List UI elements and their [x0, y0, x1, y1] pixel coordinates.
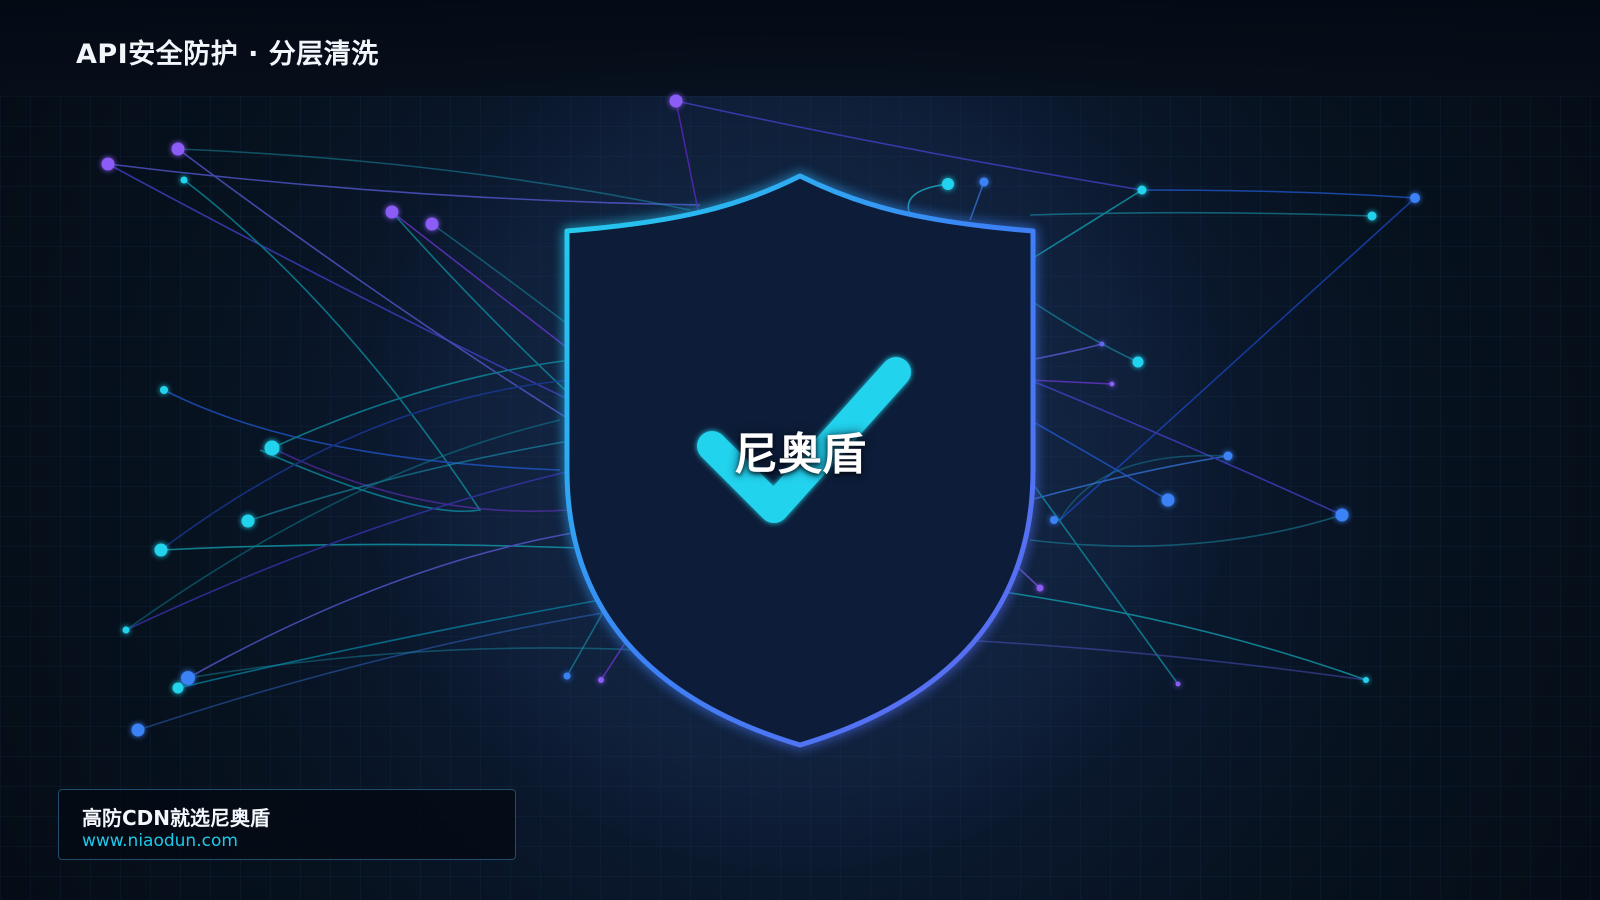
hero-banner: API安全防护 · 分层清洗 尼奥盾 高防CDN就选尼奥盾 www.niaodu…	[0, 0, 1600, 900]
promo-url-link[interactable]: www.niaodun.com	[82, 831, 238, 851]
brand-name: 尼奥盾	[734, 429, 866, 480]
promo-card: 高防CDN就选尼奥盾 www.niaodun.com	[58, 789, 516, 860]
promo-headline: 高防CDN就选尼奥盾	[82, 806, 271, 830]
